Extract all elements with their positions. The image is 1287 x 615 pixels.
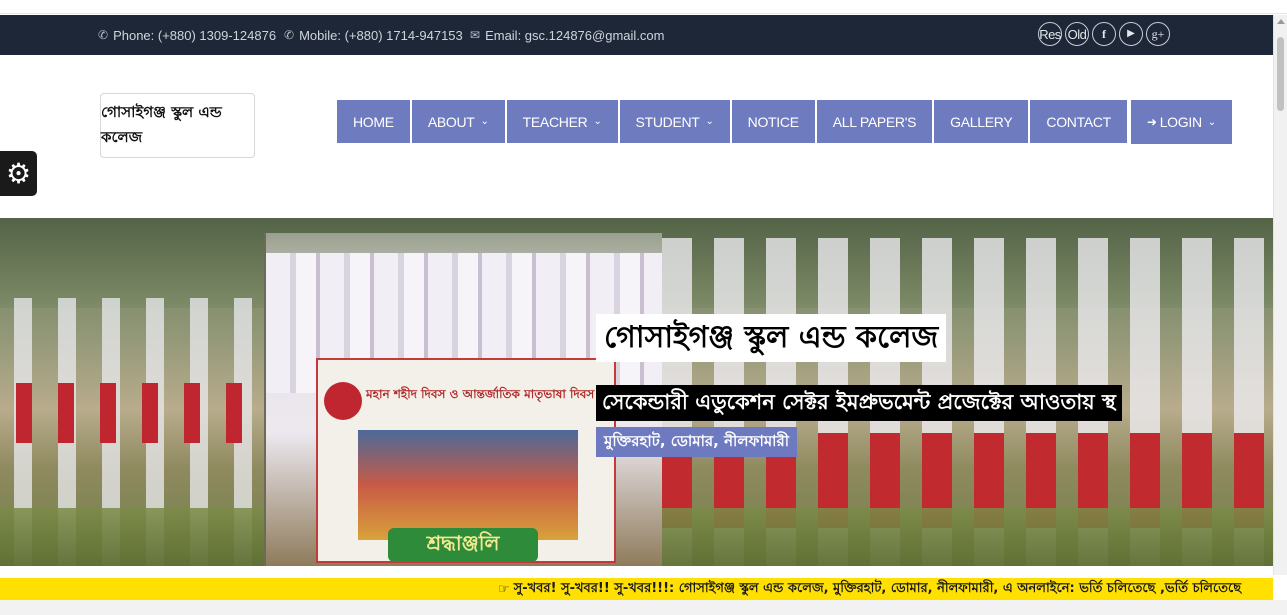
seal-icon <box>324 382 362 420</box>
nav-label: ALL PAPER'S <box>832 113 917 130</box>
scroll-up-icon[interactable] <box>1277 19 1285 24</box>
signboard-heading: মহান শহীদ দিবস ও আন্তর্জাতিক মাতৃভাষা দি… <box>366 387 595 401</box>
nav-home[interactable]: HOME <box>337 100 410 143</box>
youtube-icon[interactable]: ▶ <box>1119 22 1143 46</box>
nav-label: TEACHER <box>522 113 588 130</box>
phone-icon: ✆ <box>284 28 295 42</box>
nav-label: NOTICE <box>747 113 799 130</box>
phone-icon: ✆ <box>98 28 109 42</box>
scroll-thumb[interactable] <box>1277 37 1284 111</box>
old-site-link[interactable]: Old <box>1065 22 1089 46</box>
browser-top-strip <box>0 0 1287 14</box>
banner-uniforms-left <box>0 383 265 443</box>
result-link[interactable]: Res <box>1038 22 1062 46</box>
page-bottom-strip <box>0 600 1287 615</box>
ticker-text: সু-খবর! সু-খবর!! সু-খবর!!!: গোসাইগঞ্জ স্… <box>513 580 1242 596</box>
page-scrollbar[interactable] <box>1273 15 1287 575</box>
chevron-down-icon: ⌄ <box>1207 116 1216 128</box>
nav-label: LOGIN <box>1159 114 1202 130</box>
banner-subtitle: সেকেন্ডারী এডুকেশন সেক্টর ইমপ্রুভমেন্ট প… <box>596 385 1122 421</box>
nav-label: CONTACT <box>1046 113 1111 130</box>
signboard-tribute: শ্রদ্ধাঞ্জলি <box>388 528 538 562</box>
chevron-down-icon: ⌄ <box>705 116 714 127</box>
hero-banner: মহান শহীদ দিবস ও আন্তর্জাতিক মাতৃভাষা দি… <box>0 218 1273 566</box>
banner-location: মুক্তিরহাট, ডোমার, নীলফামারী <box>596 427 798 457</box>
envelope-icon: ✉ <box>470 28 481 42</box>
nav-teacher[interactable]: TEACHER ⌄ <box>506 100 618 143</box>
nav-label: GALLERY <box>950 113 1013 130</box>
mobile-text: Mobile: (+880) 1714-947153 <box>299 27 463 43</box>
settings-gear-icon[interactable]: ⚙ <box>0 151 37 196</box>
page: ✆ Phone: (+880) 1309-124876 ✆ Mobile: (+… <box>0 0 1287 615</box>
banner-title: গোসাইগঞ্জ স্কুল এন্ড কলেজ <box>596 314 947 362</box>
top-contact-bar: ✆ Phone: (+880) 1309-124876 ✆ Mobile: (+… <box>0 15 1287 55</box>
chevron-down-icon: ⌄ <box>480 116 489 127</box>
chevron-down-icon: ⌄ <box>593 116 602 127</box>
nav-label: HOME <box>353 113 394 130</box>
phone-contact: ✆ Phone: (+880) 1309-124876 <box>98 15 276 55</box>
facebook-icon[interactable]: f <box>1092 22 1116 46</box>
nav-notice[interactable]: NOTICE <box>731 100 815 143</box>
logo-text: গোসাইগঞ্জ স্কুল এন্ড কলেজ <box>101 102 222 146</box>
nav-label: ABOUT <box>427 113 475 130</box>
main-navigation: HOME ABOUT ⌄ TEACHER ⌄ STUDENT ⌄ NOTICE ALL… <box>337 100 1232 144</box>
nav-gallery[interactable]: GALLERY <box>934 100 1029 143</box>
nav-all-papers[interactable]: ALL PAPER'S <box>816 100 933 143</box>
nav-label: STUDENT <box>635 113 700 130</box>
nav-contact[interactable]: CONTACT <box>1030 100 1127 143</box>
shaheed-minar-image <box>358 430 578 540</box>
google-plus-icon[interactable]: g+ <box>1146 22 1170 46</box>
phone-text: Phone: (+880) 1309-124876 <box>113 27 277 43</box>
inset-photo-signboard: মহান শহীদ দিবস ও আন্তর্জাতিক মাতৃভাষা দি… <box>316 358 616 563</box>
news-ticker[interactable]: ☞ সু-খবর! সু-খবর!! সু-খবর!!!: গোসাইগঞ্জ … <box>0 578 1273 600</box>
email-text: Email: gsc.124876@gmail.com <box>485 27 665 43</box>
nav-student[interactable]: STUDENT ⌄ <box>619 100 730 143</box>
ticker-content: ☞ সু-খবর! সু-খবর!! সু-খবর!!!: গোসাইগঞ্জ … <box>498 578 1241 600</box>
nav-about[interactable]: ABOUT ⌄ <box>411 100 505 143</box>
mobile-contact: ✆ Mobile: (+880) 1714-947153 <box>284 15 463 55</box>
sign-in-icon: ➜ <box>1146 115 1157 129</box>
nav-login[interactable]: ➜ LOGIN ⌄ <box>1130 100 1232 144</box>
site-logo[interactable]: গোসাইগঞ্জ স্কুল এন্ড কলেজ <box>100 93 255 158</box>
email-contact[interactable]: ✉ Email: gsc.124876@gmail.com <box>470 15 664 55</box>
social-links: Res Old f ▶ g+ <box>1038 22 1170 46</box>
hand-pointer-icon: ☞ <box>498 581 510 597</box>
